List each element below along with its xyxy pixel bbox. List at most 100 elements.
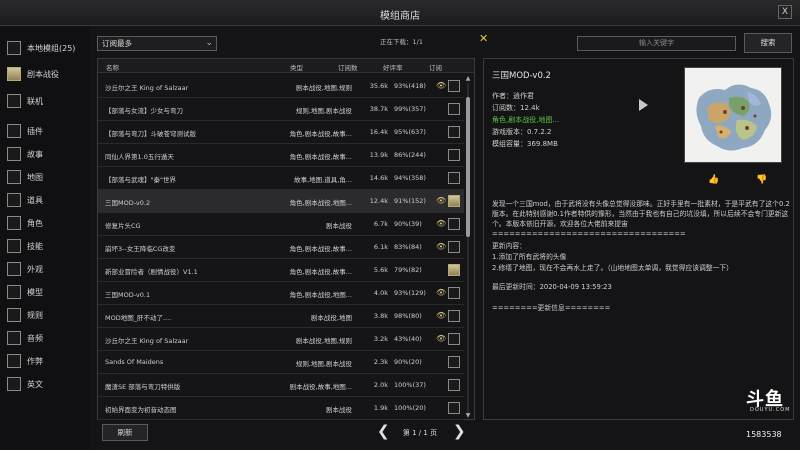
subscribe-checkbox[interactable] — [448, 356, 460, 368]
category-checkbox[interactable] — [7, 354, 21, 368]
subscribe-checkbox[interactable] — [448, 264, 460, 276]
category-checkbox[interactable] — [7, 239, 21, 253]
category-checkbox[interactable] — [7, 124, 21, 138]
sidebar-item[interactable]: 音频 — [7, 330, 43, 346]
scroll-down-icon[interactable]: ▼ — [464, 412, 472, 419]
header-rating[interactable]: 好评率 — [383, 62, 403, 72]
sidebar-item[interactable]: 作弊 — [7, 353, 43, 369]
refresh-button[interactable]: 刷新 — [102, 424, 148, 441]
close-button[interactable]: X — [778, 5, 792, 19]
prev-page-icon[interactable]: ❮ — [377, 422, 390, 440]
mod-table: 名称 类型 订阅数 好评率 订阅 沙丘尔之王 King of Salzaar 剧本… — [97, 58, 475, 420]
header-name[interactable]: 名称 — [106, 62, 119, 72]
table-row[interactable]: 魔渣SE 部落与弯刀特供版 剧本战役,故事,地图... 2.0k 100%(37) — [98, 374, 464, 397]
table-scrollbar[interactable]: ▲ ▼ — [464, 75, 472, 419]
subscribe-checkbox[interactable] — [448, 287, 460, 299]
sidebar-item[interactable]: 地图 — [7, 169, 43, 185]
table-row[interactable]: 【部落与女流】少女与弯刀 规则,地图,剧本战役 38.7k 99%(357) — [98, 98, 464, 121]
category-checkbox[interactable] — [7, 216, 21, 230]
subscribe-checkbox[interactable] — [448, 103, 460, 115]
table-row[interactable]: 沙丘尔之王 King of Salzaar 剧本战役,地图,规则 3.2k 43%(4… — [98, 328, 464, 351]
category-checkbox[interactable] — [7, 94, 21, 108]
mod-name: 修复片头CG — [105, 222, 141, 230]
description-separator: ================================== — [492, 230, 686, 238]
sort-dropdown[interactable]: 订阅最多 ⌄ — [97, 36, 217, 51]
subscribe-checkbox[interactable] — [448, 333, 460, 345]
subscribe-checkbox[interactable] — [448, 379, 460, 391]
mod-rating: 86%(244) — [394, 151, 426, 159]
subscribe-checkbox[interactable] — [448, 126, 460, 138]
sidebar-item[interactable]: 故事 — [7, 146, 43, 162]
sidebar-item-label: 模型 — [27, 287, 43, 297]
scroll-up-icon[interactable]: ▲ — [464, 75, 472, 82]
cancel-download-icon[interactable]: ✕ — [479, 32, 488, 45]
category-checkbox[interactable] — [7, 147, 21, 161]
sidebar-item[interactable]: 剧本战役 — [7, 66, 59, 82]
table-row[interactable]: 【部落与弯刀】斗破苍穹测试版 角色,剧本战役,故事... 16.4k 95%(637) — [98, 121, 464, 144]
table-header: 名称 类型 订阅数 好评率 订阅 — [98, 59, 474, 73]
category-checkbox[interactable] — [7, 41, 21, 55]
header-type[interactable]: 类型 — [290, 62, 303, 72]
category-checkbox[interactable] — [7, 308, 21, 322]
table-row[interactable]: 【部落与武魂】"秦"世界 故事,地图,道具,角... 14.6k 94%(358) — [98, 167, 464, 190]
view-icon[interactable]: 👁 — [436, 288, 446, 297]
category-checkbox[interactable] — [7, 285, 21, 299]
title-bar: 模组商店 X — [0, 0, 800, 26]
table-row[interactable]: 同仙人界第1.0五行遁天 角色,剧本战役,故事... 13.9k 86%(244) — [98, 144, 464, 167]
table-row[interactable]: 初始界面变为初音动态图 剧本战役 1.9k 100%(20) — [98, 397, 464, 420]
sidebar-item[interactable]: 技能 — [7, 238, 43, 254]
view-icon[interactable]: 👁 — [436, 219, 446, 228]
category-checkbox[interactable] — [7, 67, 21, 81]
scroll-thumb[interactable] — [466, 97, 470, 237]
sidebar-item[interactable]: 道具 — [7, 192, 43, 208]
category-checkbox[interactable] — [7, 170, 21, 184]
subscribe-checkbox[interactable] — [448, 195, 460, 207]
search-input[interactable]: 输入关键字 — [577, 36, 736, 51]
view-icon[interactable]: 👁 — [436, 334, 446, 343]
table-row[interactable]: 修复片头CG 剧本战役 6.7k 90%(39) 👁 — [98, 213, 464, 236]
category-checkbox[interactable] — [7, 331, 21, 345]
sidebar-item[interactable]: 插件 — [7, 123, 43, 139]
sidebar-item[interactable]: 角色 — [7, 215, 43, 231]
table-row[interactable]: 崩坏3--女王降临CG改变 角色,剧本战役,故事... 6.1k 83%(84) 👁 — [98, 236, 464, 259]
view-icon[interactable]: 👁 — [436, 242, 446, 251]
header-subs[interactable]: 订阅数 — [338, 62, 358, 72]
sidebar-item-label: 故事 — [27, 149, 43, 159]
download-status: 正在下载：1/1 — [380, 38, 423, 46]
mod-type: 角色,剧本战役,故事... — [289, 245, 352, 253]
category-checkbox[interactable] — [7, 377, 21, 391]
play-icon[interactable] — [639, 99, 648, 111]
sidebar-item[interactable]: 英文 — [7, 376, 43, 392]
thumbs-up-icon[interactable]: 👍 — [708, 175, 719, 185]
subscribe-checkbox[interactable] — [448, 402, 460, 414]
table-row[interactable]: 三国MOD-v0.2 角色,剧本战役,地图... 12.4k 91%(152) 👁 — [98, 190, 464, 213]
category-checkbox[interactable] — [7, 193, 21, 207]
subscribe-checkbox[interactable] — [448, 80, 460, 92]
table-row[interactable]: Sands Of Maidens 规则,地图,剧本战役 2.3k 90%(20) — [98, 351, 464, 374]
table-row[interactable]: MOD地图_肝不动了.... 剧本战役,地图 3.8k 98%(80) 👁 — [98, 305, 464, 328]
table-row[interactable]: 沙丘尔之王 King of Salzaar 剧本战役,地图,规则 35.6k 93%(… — [98, 75, 464, 98]
view-icon[interactable]: 👁 — [436, 196, 446, 205]
sidebar-item[interactable]: 本地模组(25) — [7, 40, 75, 56]
mod-tags[interactable]: 角色,剧本战役,地图... — [492, 115, 559, 125]
sidebar-item[interactable]: 模型 — [7, 284, 43, 300]
sidebar-item[interactable]: 联机 — [7, 93, 43, 109]
sidebar-item[interactable]: 规则 — [7, 307, 43, 323]
thumbs-down-icon[interactable]: 👎 — [756, 175, 767, 185]
table-row[interactable]: 三国MOD-v0.1 角色,剧本战役,地图... 4.0k 93%(129) 👁 — [98, 282, 464, 305]
mod-rating: 99%(357) — [394, 105, 426, 113]
subscribe-checkbox[interactable] — [448, 149, 460, 161]
table-row[interactable]: 新部业冒险者（剧情战役）V1.1 角色,剧本战役,故事... 5.6k 79%(82) — [98, 259, 464, 282]
subscribe-checkbox[interactable] — [448, 172, 460, 184]
search-button[interactable]: 搜索 — [744, 33, 792, 53]
sidebar-item[interactable]: 外观 — [7, 261, 43, 277]
category-checkbox[interactable] — [7, 262, 21, 276]
subscribe-checkbox[interactable] — [448, 310, 460, 322]
mod-name: 初始界面变为初音动态图 — [105, 406, 177, 414]
view-icon[interactable]: 👁 — [436, 311, 446, 320]
next-page-icon[interactable]: ❯ — [453, 422, 466, 440]
view-icon[interactable]: 👁 — [436, 81, 446, 90]
subscribe-checkbox[interactable] — [448, 218, 460, 230]
subscribe-checkbox[interactable] — [448, 241, 460, 253]
mod-preview-image[interactable] — [684, 67, 782, 163]
